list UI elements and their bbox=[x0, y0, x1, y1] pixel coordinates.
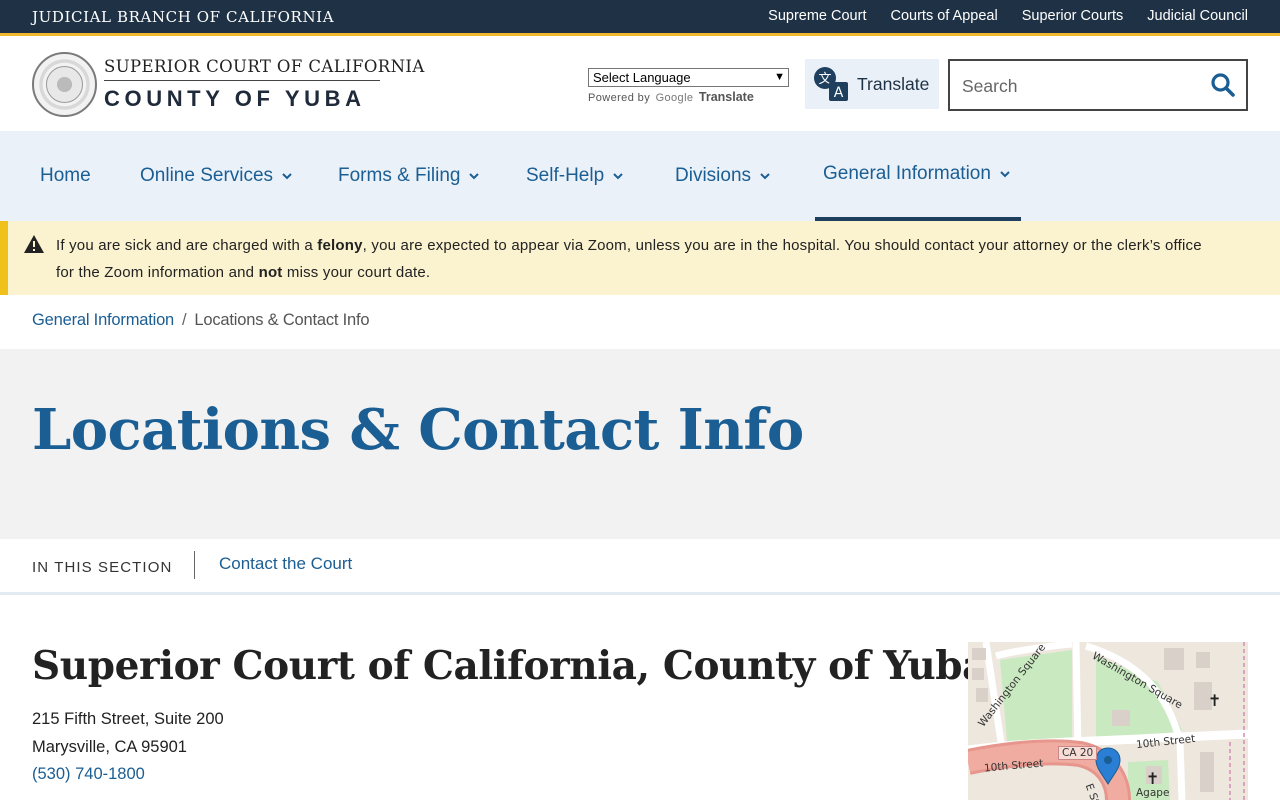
chevron-down-icon bbox=[469, 173, 480, 180]
seal-center bbox=[46, 66, 83, 103]
chevron-down-icon bbox=[613, 173, 623, 180]
google-logo: Google bbox=[655, 92, 694, 104]
nav-general-information-label: General Information bbox=[823, 163, 991, 184]
alert-text-1: If you are sick and are charged with a bbox=[56, 237, 318, 254]
chevron-down-icon bbox=[760, 173, 770, 180]
alert-banner: If you are sick and are charged with a f… bbox=[0, 221, 1280, 295]
nav-self-help-label: Self-Help bbox=[526, 165, 605, 186]
svg-text:✝: ✝ bbox=[1208, 691, 1221, 710]
svg-text:✝: ✝ bbox=[1146, 769, 1159, 788]
nav-forms-filing[interactable]: Forms & Filing bbox=[338, 131, 480, 221]
search-box bbox=[948, 59, 1248, 111]
logo-divider bbox=[104, 80, 380, 81]
powered-by-text: Powered by bbox=[588, 92, 651, 104]
nav-self-help[interactable]: Self-Help bbox=[526, 131, 624, 221]
breadcrumb-separator: / bbox=[182, 311, 187, 329]
address-line2: Marysville, CA 95901 bbox=[32, 738, 187, 756]
translate-icon: 文 A bbox=[814, 67, 848, 101]
chevron-down-icon bbox=[282, 173, 292, 180]
translate-button[interactable]: 文 A Translate bbox=[805, 59, 939, 109]
location-map[interactable]: ✝ ✝ Washington Square Washington Square … bbox=[968, 642, 1248, 800]
google-translate-link[interactable]: Translate bbox=[699, 90, 754, 104]
section-divider bbox=[194, 551, 195, 579]
nav-home-label: Home bbox=[40, 165, 91, 186]
address-line1: 215 Fifth Street, Suite 200 bbox=[32, 710, 224, 728]
breadcrumb-general-information[interactable]: General Information bbox=[32, 311, 174, 330]
nav-online-services-label: Online Services bbox=[140, 165, 274, 186]
nav-home[interactable]: Home bbox=[40, 131, 91, 221]
logo-title-line2[interactable]: COUNTY OF YUBA bbox=[104, 86, 366, 112]
svg-text:A: A bbox=[834, 85, 844, 101]
courts-of-appeal-link[interactable]: Courts of Appeal bbox=[890, 8, 997, 24]
warning-icon bbox=[24, 235, 44, 253]
logo-title-line1[interactable]: SUPERIOR COURT OF CALIFORNIA bbox=[104, 57, 425, 76]
language-select[interactable]: Select Language ▼ bbox=[588, 68, 789, 87]
nav-divisions[interactable]: Divisions bbox=[675, 131, 771, 221]
page-title: Locations & Contact Info bbox=[32, 397, 804, 463]
breadcrumb: General Information / Locations & Contac… bbox=[32, 311, 370, 330]
page-title-band: Locations & Contact Info bbox=[0, 349, 1280, 539]
map-label-agape: Agape bbox=[1136, 787, 1170, 799]
site-header: SUPERIOR COURT OF CALIFORNIA COUNTY OF Y… bbox=[0, 39, 1280, 131]
in-this-section-label: IN THIS SECTION bbox=[32, 559, 173, 576]
judicial-branch-link[interactable]: JUDICIAL BRANCH OF CALIFORNIA bbox=[32, 8, 334, 26]
alert-text-3: miss your court date. bbox=[282, 264, 431, 281]
search-icon[interactable] bbox=[1210, 72, 1236, 98]
nav-divisions-label: Divisions bbox=[675, 165, 752, 186]
section-nav: IN THIS SECTION Contact the Court bbox=[0, 539, 1280, 595]
alert-bold-not: not bbox=[258, 264, 283, 281]
translate-label: Translate bbox=[857, 73, 930, 94]
search-input[interactable] bbox=[962, 73, 1202, 99]
chevron-down-icon: ▼ bbox=[774, 71, 785, 83]
court-seal-icon[interactable] bbox=[32, 52, 97, 117]
judicial-council-link[interactable]: Judicial Council bbox=[1147, 8, 1248, 24]
language-select-value: Select Language bbox=[593, 70, 691, 85]
supreme-court-link[interactable]: Supreme Court bbox=[768, 8, 866, 24]
nav-online-services[interactable]: Online Services bbox=[140, 131, 293, 221]
nav-general-information[interactable]: General Information bbox=[815, 131, 1021, 221]
powered-by-google: Powered by Google Translate bbox=[588, 90, 754, 104]
court-name-heading: Superior Court of California, County of … bbox=[32, 643, 988, 689]
utility-links: Supreme Court Courts of Appeal Superior … bbox=[768, 8, 1248, 24]
superior-courts-link[interactable]: Superior Courts bbox=[1022, 8, 1124, 24]
main-nav: Home Online Services Forms & Filing Self… bbox=[0, 131, 1280, 221]
nav-forms-filing-label: Forms & Filing bbox=[338, 165, 461, 186]
map-label-ca-20: CA 20 bbox=[1058, 746, 1098, 760]
phone-link[interactable]: (530) 740-1800 bbox=[32, 765, 145, 784]
breadcrumb-current: Locations & Contact Info bbox=[194, 311, 370, 329]
contact-the-court-link[interactable]: Contact the Court bbox=[219, 554, 352, 574]
utility-bar: JUDICIAL BRANCH OF CALIFORNIA Supreme Co… bbox=[0, 0, 1280, 36]
alert-message: If you are sick and are charged with a f… bbox=[56, 232, 1216, 286]
alert-bold-felony: felony bbox=[317, 237, 363, 254]
chevron-down-icon bbox=[1000, 171, 1010, 178]
